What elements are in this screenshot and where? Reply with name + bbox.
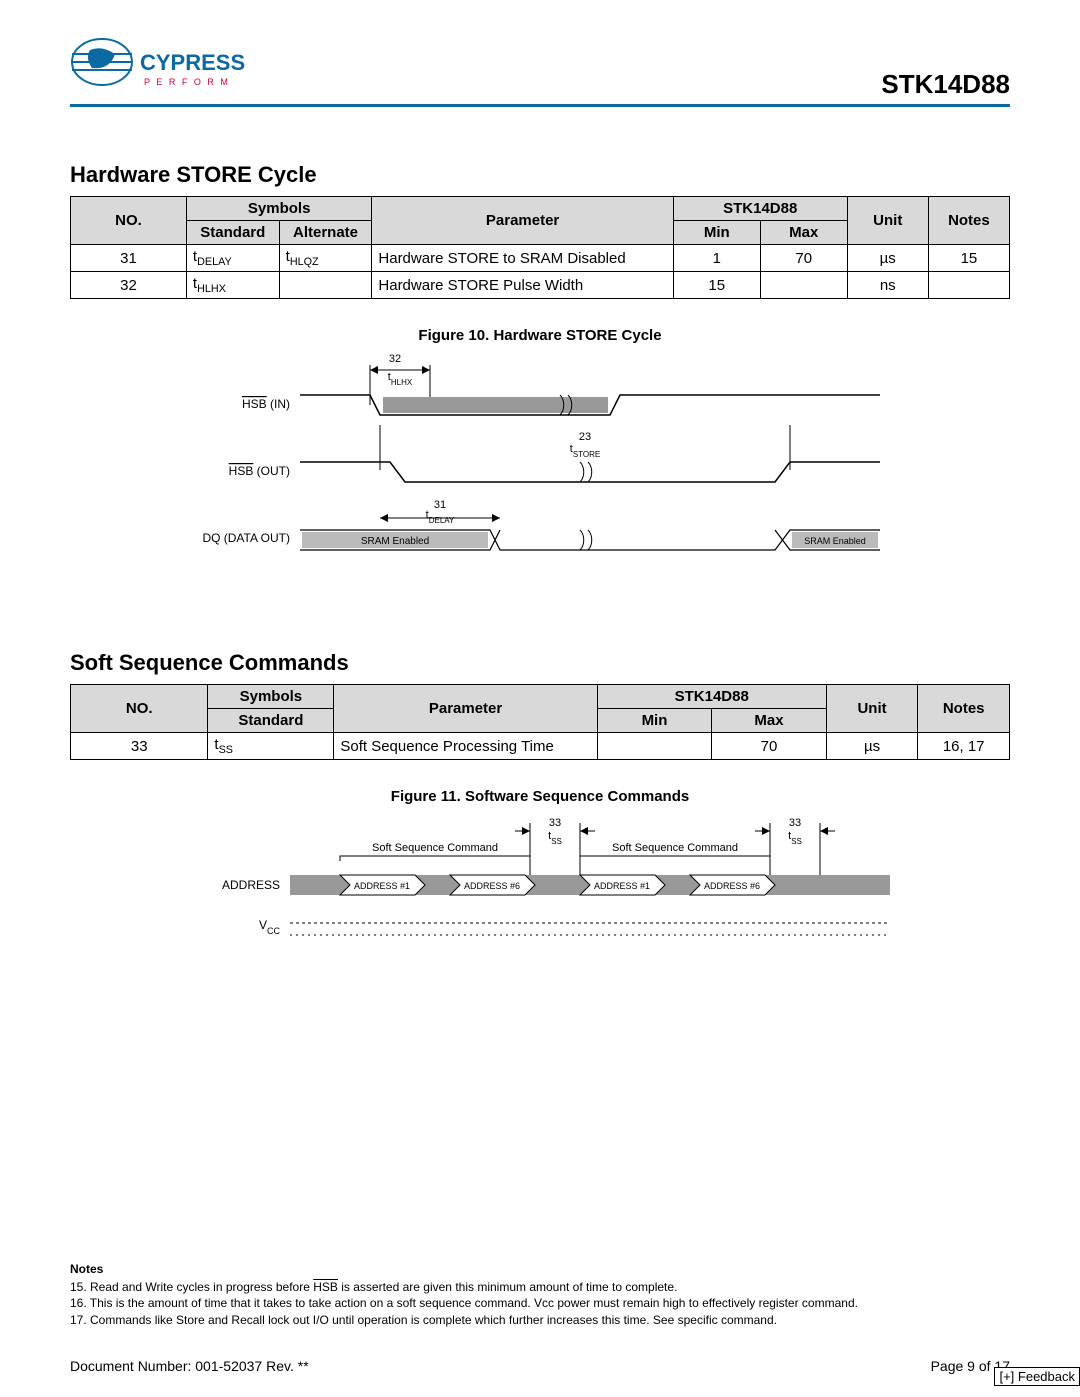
figure10-caption: Figure 10. Hardware STORE Cycle: [70, 327, 1010, 344]
svg-text:Soft Sequence Command: Soft Sequence Command: [612, 842, 738, 854]
header-rule: [70, 104, 1010, 107]
col-max: Max: [760, 221, 847, 245]
col-device: STK14D88: [597, 685, 826, 709]
cell-parameter: Hardware STORE to SRAM Disabled: [372, 245, 673, 272]
svg-text:31: 31: [434, 499, 446, 511]
svg-text:ADDRESS #6: ADDRESS #6: [704, 881, 760, 891]
col-notes: Notes: [928, 197, 1009, 245]
cell-unit: ns: [847, 272, 928, 299]
cell-min: 15: [673, 272, 760, 299]
logo: CYPRESS P E R F O R M: [70, 30, 250, 100]
logo-brand-text: CYPRESS: [140, 50, 245, 75]
cell-standard: tSS: [208, 733, 334, 760]
notes-block: Notes 15. Read and Write cycles in progr…: [70, 1261, 1010, 1328]
cell-min: [597, 733, 712, 760]
svg-text:tSTORE: tSTORE: [570, 443, 600, 459]
page-footer: Document Number: 001-52037 Rev. ** Page …: [70, 1358, 1010, 1374]
col-parameter: Parameter: [334, 685, 597, 733]
svg-text:33: 33: [789, 817, 801, 829]
table-row: 32 tHLHX Hardware STORE Pulse Width 15 n…: [71, 272, 1010, 299]
note-16: 16. This is the amount of time that it t…: [70, 1295, 1010, 1311]
col-standard: Standard: [208, 709, 334, 733]
table-row: 31 tDELAY tHLQZ Hardware STORE to SRAM D…: [71, 245, 1010, 272]
svg-text:tDELAY: tDELAY: [426, 509, 455, 525]
cell-max: 70: [712, 733, 827, 760]
svg-text:ADDRESS #1: ADDRESS #1: [354, 881, 410, 891]
svg-text:ADDRESS #6: ADDRESS #6: [464, 881, 520, 891]
cell-alternate: [279, 272, 372, 299]
cell-standard: tHLHX: [186, 272, 279, 299]
col-parameter: Parameter: [372, 197, 673, 245]
svg-text:tSS: tSS: [788, 830, 802, 846]
col-unit: Unit: [847, 197, 928, 245]
col-max: Max: [712, 709, 827, 733]
col-min: Min: [673, 221, 760, 245]
cell-parameter: Hardware STORE Pulse Width: [372, 272, 673, 299]
svg-text:SRAM Enabled: SRAM Enabled: [804, 536, 866, 546]
note-15: 15. Read and Write cycles in progress be…: [70, 1279, 1010, 1295]
col-notes: Notes: [918, 685, 1010, 733]
svg-text:Soft Sequence Command: Soft Sequence Command: [372, 842, 498, 854]
svg-text:HSB (OUT): HSB (OUT): [229, 464, 290, 478]
col-no: NO.: [71, 197, 187, 245]
figure11-caption: Figure 11. Software Sequence Commands: [70, 788, 1010, 805]
col-device: STK14D88: [673, 197, 847, 221]
notes-heading: Notes: [70, 1261, 1010, 1277]
svg-text:tHLHX: tHLHX: [388, 371, 413, 387]
part-number: STK14D88: [881, 69, 1010, 100]
table-hardware-store: NO. Symbols Parameter STK14D88 Unit Note…: [70, 196, 1010, 299]
svg-text:HSB (IN): HSB (IN): [242, 397, 290, 411]
col-no: NO.: [71, 685, 208, 733]
cell-min: 1: [673, 245, 760, 272]
svg-text:VCC: VCC: [259, 918, 281, 936]
cell-standard: tDELAY: [186, 245, 279, 272]
logo-subtext: P E R F O R M: [144, 77, 230, 87]
note-17: 17. Commands like Store and Recall lock …: [70, 1312, 1010, 1328]
col-symbols: Symbols: [186, 197, 371, 221]
table-soft-sequence: NO. Symbols Parameter STK14D88 Unit Note…: [70, 684, 1010, 760]
svg-text:tSS: tSS: [548, 830, 562, 846]
col-standard: Standard: [186, 221, 279, 245]
col-unit: Unit: [826, 685, 918, 733]
cell-no: 33: [71, 733, 208, 760]
cell-unit: µs: [826, 733, 918, 760]
section1-title: Hardware STORE Cycle: [70, 162, 1010, 188]
svg-text:23: 23: [579, 431, 591, 443]
svg-text:ADDRESS #1: ADDRESS #1: [594, 881, 650, 891]
svg-text:32: 32: [389, 353, 401, 365]
doc-number: Document Number: 001-52037 Rev. **: [70, 1358, 309, 1374]
cell-max: 70: [760, 245, 847, 272]
table-row: 33 tSS Soft Sequence Processing Time 70 …: [71, 733, 1010, 760]
cell-unit: µs: [847, 245, 928, 272]
feedback-button[interactable]: [+] Feedback: [994, 1367, 1080, 1386]
svg-text:33: 33: [549, 817, 561, 829]
svg-text:DQ (DATA OUT): DQ (DATA OUT): [202, 531, 290, 545]
page-header: CYPRESS P E R F O R M STK14D88: [70, 30, 1010, 100]
svg-text:ADDRESS: ADDRESS: [222, 878, 280, 892]
col-symbols: Symbols: [208, 685, 334, 709]
svg-text:SRAM Enabled: SRAM Enabled: [361, 536, 429, 547]
cell-notes: [928, 272, 1009, 299]
cell-no: 31: [71, 245, 187, 272]
section2-title: Soft Sequence Commands: [70, 650, 1010, 676]
cell-max: [760, 272, 847, 299]
figure10-diagram: 32 tHLHX HSB (IN) 23 tSTORE HSB (OUT) 31…: [180, 350, 900, 570]
logo-orbit-icon: [72, 39, 132, 85]
cell-parameter: Soft Sequence Processing Time: [334, 733, 597, 760]
col-min: Min: [597, 709, 712, 733]
cell-notes: 16, 17: [918, 733, 1010, 760]
cell-alternate: tHLQZ: [279, 245, 372, 272]
cell-notes: 15: [928, 245, 1009, 272]
figure11-diagram: 33 tSS 33 tSS Soft Sequence Command Soft…: [180, 811, 900, 951]
col-alternate: Alternate: [279, 221, 372, 245]
cell-no: 32: [71, 272, 187, 299]
